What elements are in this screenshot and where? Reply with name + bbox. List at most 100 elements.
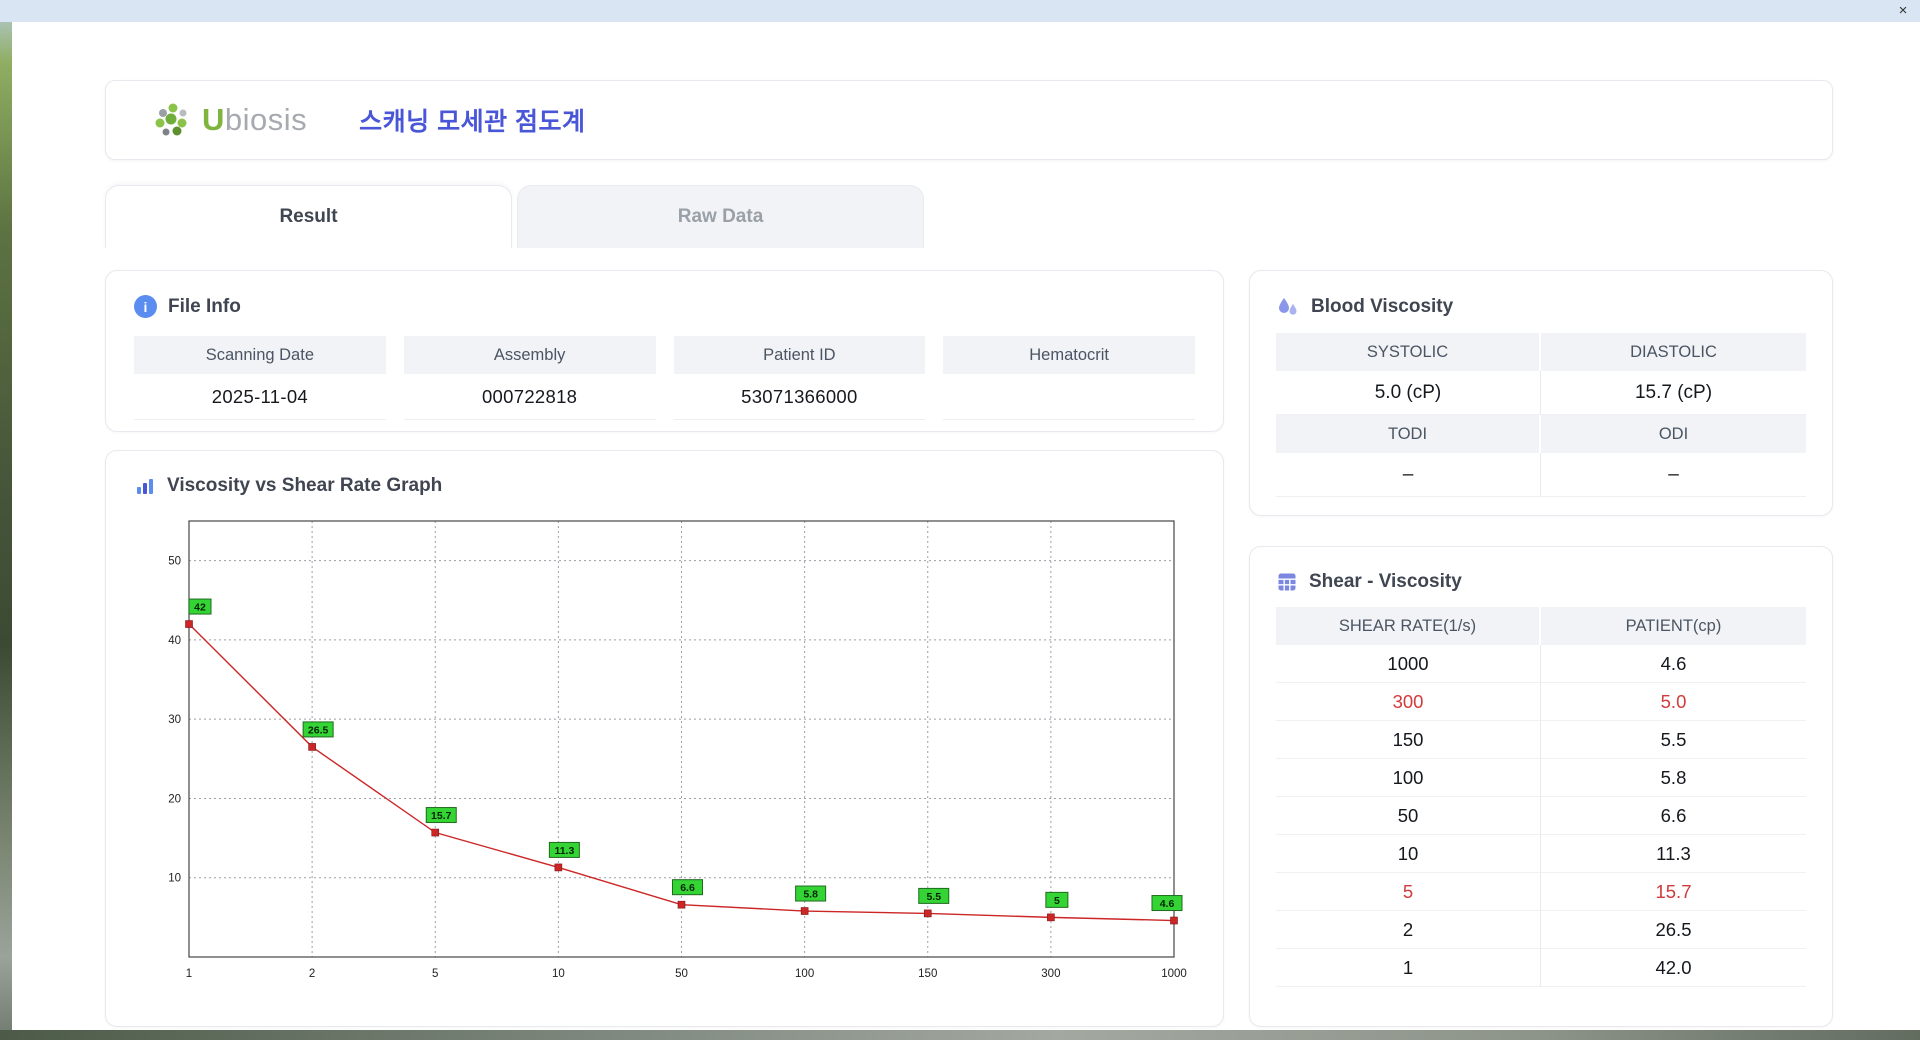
bv-value-todi: – xyxy=(1276,453,1541,497)
field-label: Assembly xyxy=(403,336,656,374)
field-value: 53071366000 xyxy=(673,374,926,420)
shear-table-row: 1000 4.6 xyxy=(1276,645,1806,683)
shear-viscosity-card: Shear - Viscosity SHEAR RATE(1/s) PATIEN… xyxy=(1249,546,1833,1027)
bv-header-row-2: TODI ODI xyxy=(1276,415,1806,453)
patient-viscosity-cell: 15.7 xyxy=(1541,873,1806,911)
droplets-icon xyxy=(1276,295,1300,319)
shear-rate-cell: 2 xyxy=(1276,911,1541,949)
shear-rate-cell: 150 xyxy=(1276,721,1541,759)
svg-text:20: 20 xyxy=(168,793,181,805)
field-label: Patient ID xyxy=(673,336,926,374)
blood-viscosity-card: Blood Viscosity SYSTOLIC DIASTOLIC 5.0 (… xyxy=(1249,270,1833,516)
graph-title: Viscosity vs Shear Rate Graph xyxy=(167,475,443,496)
file-info-title-row: i File Info xyxy=(134,295,1195,318)
tab-result-label: Result xyxy=(279,206,338,227)
main-content: i File Info Scanning Date 2025-11-04 Assem… xyxy=(105,270,1833,1027)
bv-value-diastolic: 15.7 (cP) xyxy=(1541,371,1806,415)
logo-dots-icon xyxy=(155,103,187,136)
bv-header-systolic: SYSTOLIC xyxy=(1276,333,1541,371)
svg-text:26.5: 26.5 xyxy=(308,724,329,736)
logo-letters-rest: biosis xyxy=(224,102,308,137)
shear-rate-cell: 100 xyxy=(1276,759,1541,797)
shear-table-body: 1000 4.6 300 5.0 150 5.5 100 5.8 50 6.6 10 11.3 5 15.… xyxy=(1276,645,1806,987)
patient-viscosity-cell: 6.6 xyxy=(1541,797,1806,835)
svg-text:5: 5 xyxy=(1054,895,1060,907)
screen: × Ubiosis 스캐닝 모세관 점도계 Result Raw Data i … xyxy=(0,0,1920,1040)
file-info-fields: Scanning Date 2025-11-04 Assembly 000722818… xyxy=(134,336,1195,420)
bv-header-diastolic: DIASTOLIC xyxy=(1541,333,1806,371)
shear-viscosity-title-row: Shear - Viscosity xyxy=(1276,571,1806,593)
bv-header-odi: ODI xyxy=(1541,415,1806,453)
patient-viscosity-cell: 5.0 xyxy=(1541,683,1806,721)
shear-table-row: 2 26.5 xyxy=(1276,911,1806,949)
file-info-card: i File Info Scanning Date 2025-11-04 Assem… xyxy=(105,270,1224,432)
shear-rate-cell: 1 xyxy=(1276,949,1541,987)
shear-rate-cell: 5 xyxy=(1276,873,1541,911)
tab-bar: Result Raw Data xyxy=(105,185,1833,248)
svg-text:300: 300 xyxy=(1041,968,1060,980)
file-info-title: File Info xyxy=(168,295,241,317)
shear-rate-cell: 1000 xyxy=(1276,645,1541,683)
desktop-background-bottom-strip xyxy=(0,1030,1920,1040)
file-info-field: Assembly 000722818 xyxy=(403,336,656,420)
svg-text:6.6: 6.6 xyxy=(680,882,695,894)
patient-header: PATIENT(cp) xyxy=(1541,607,1806,645)
right-column: Blood Viscosity SYSTOLIC DIASTOLIC 5.0 (… xyxy=(1249,270,1833,1027)
grid-table-icon xyxy=(1276,571,1298,593)
bv-header-todi: TODI xyxy=(1276,415,1541,453)
svg-text:50: 50 xyxy=(675,968,688,980)
shear-rate-cell: 10 xyxy=(1276,835,1541,873)
svg-text:11.3: 11.3 xyxy=(554,845,574,857)
shear-viscosity-table: SHEAR RATE(1/s) PATIENT(cp) 1000 4.6 300 5.… xyxy=(1276,607,1806,987)
viscosity-shear-chart: 10 20 30 40 50 1 2 5 10 50 100 150 300 1000 42 26.5 15.7… xyxy=(168,520,1187,980)
tab-raw-data-label: Raw Data xyxy=(677,206,764,227)
bv-value-systolic: 5.0 (cP) xyxy=(1276,371,1541,415)
graph-title-row: Viscosity vs Shear Rate Graph xyxy=(134,475,1195,497)
patient-viscosity-cell: 5.8 xyxy=(1541,759,1806,797)
bv-value-row-1: 5.0 (cP) 15.7 (cP) xyxy=(1276,371,1806,415)
tab-raw-data[interactable]: Raw Data xyxy=(517,185,924,248)
left-column: i File Info Scanning Date 2025-11-04 Assem… xyxy=(105,270,1224,1027)
blood-viscosity-title: Blood Viscosity xyxy=(1311,296,1454,317)
header-card: Ubiosis 스캐닝 모세관 점도계 xyxy=(105,80,1833,160)
file-info-field: Scanning Date 2025-11-04 xyxy=(134,336,386,420)
patient-viscosity-cell: 4.6 xyxy=(1541,645,1806,683)
svg-text:5.8: 5.8 xyxy=(803,889,818,901)
svg-text:40: 40 xyxy=(168,635,181,647)
svg-text:42: 42 xyxy=(194,602,206,614)
bv-value-row-2: – – xyxy=(1276,453,1806,497)
patient-viscosity-cell: 11.3 xyxy=(1541,835,1806,873)
shear-table-row: 10 11.3 xyxy=(1276,835,1806,873)
svg-text:10: 10 xyxy=(168,873,181,885)
svg-text:15.7: 15.7 xyxy=(431,810,452,822)
shear-rate-header: SHEAR RATE(1/s) xyxy=(1276,607,1541,645)
shear-table-row: 1 42.0 xyxy=(1276,949,1806,987)
desktop-background-strip xyxy=(0,0,12,1040)
close-icon[interactable]: × xyxy=(1886,0,1920,22)
shear-table-row: 300 5.0 xyxy=(1276,683,1806,721)
svg-text:30: 30 xyxy=(168,714,181,726)
window-titlebar: × xyxy=(0,0,1920,22)
svg-text:1: 1 xyxy=(186,968,192,980)
app-window: Ubiosis 스캐닝 모세관 점도계 Result Raw Data i Fi… xyxy=(12,22,1920,1030)
svg-text:5: 5 xyxy=(432,968,438,980)
field-label: Hematocrit xyxy=(943,336,1195,374)
shear-table-row: 5 15.7 xyxy=(1276,873,1806,911)
logo-text: Ubiosis xyxy=(202,102,307,138)
patient-viscosity-cell: 5.5 xyxy=(1541,721,1806,759)
graph-card: Viscosity vs Shear Rate Graph 10 20 30 40 50… xyxy=(105,450,1224,1027)
patient-viscosity-cell: 26.5 xyxy=(1541,911,1806,949)
svg-text:4.6: 4.6 xyxy=(1160,898,1175,910)
svg-text:5.5: 5.5 xyxy=(926,891,941,903)
bv-value-odi: – xyxy=(1541,453,1806,497)
svg-text:10: 10 xyxy=(552,968,565,980)
field-value: 000722818 xyxy=(403,374,656,420)
field-label: Scanning Date xyxy=(134,336,386,374)
logo-letter-u: U xyxy=(202,102,225,137)
tab-result[interactable]: Result xyxy=(105,185,512,248)
info-icon: i xyxy=(134,295,157,318)
shear-rate-cell: 300 xyxy=(1276,683,1541,721)
svg-text:1000: 1000 xyxy=(1161,968,1187,980)
svg-text:100: 100 xyxy=(795,968,814,980)
shear-rate-cell: 50 xyxy=(1276,797,1541,835)
